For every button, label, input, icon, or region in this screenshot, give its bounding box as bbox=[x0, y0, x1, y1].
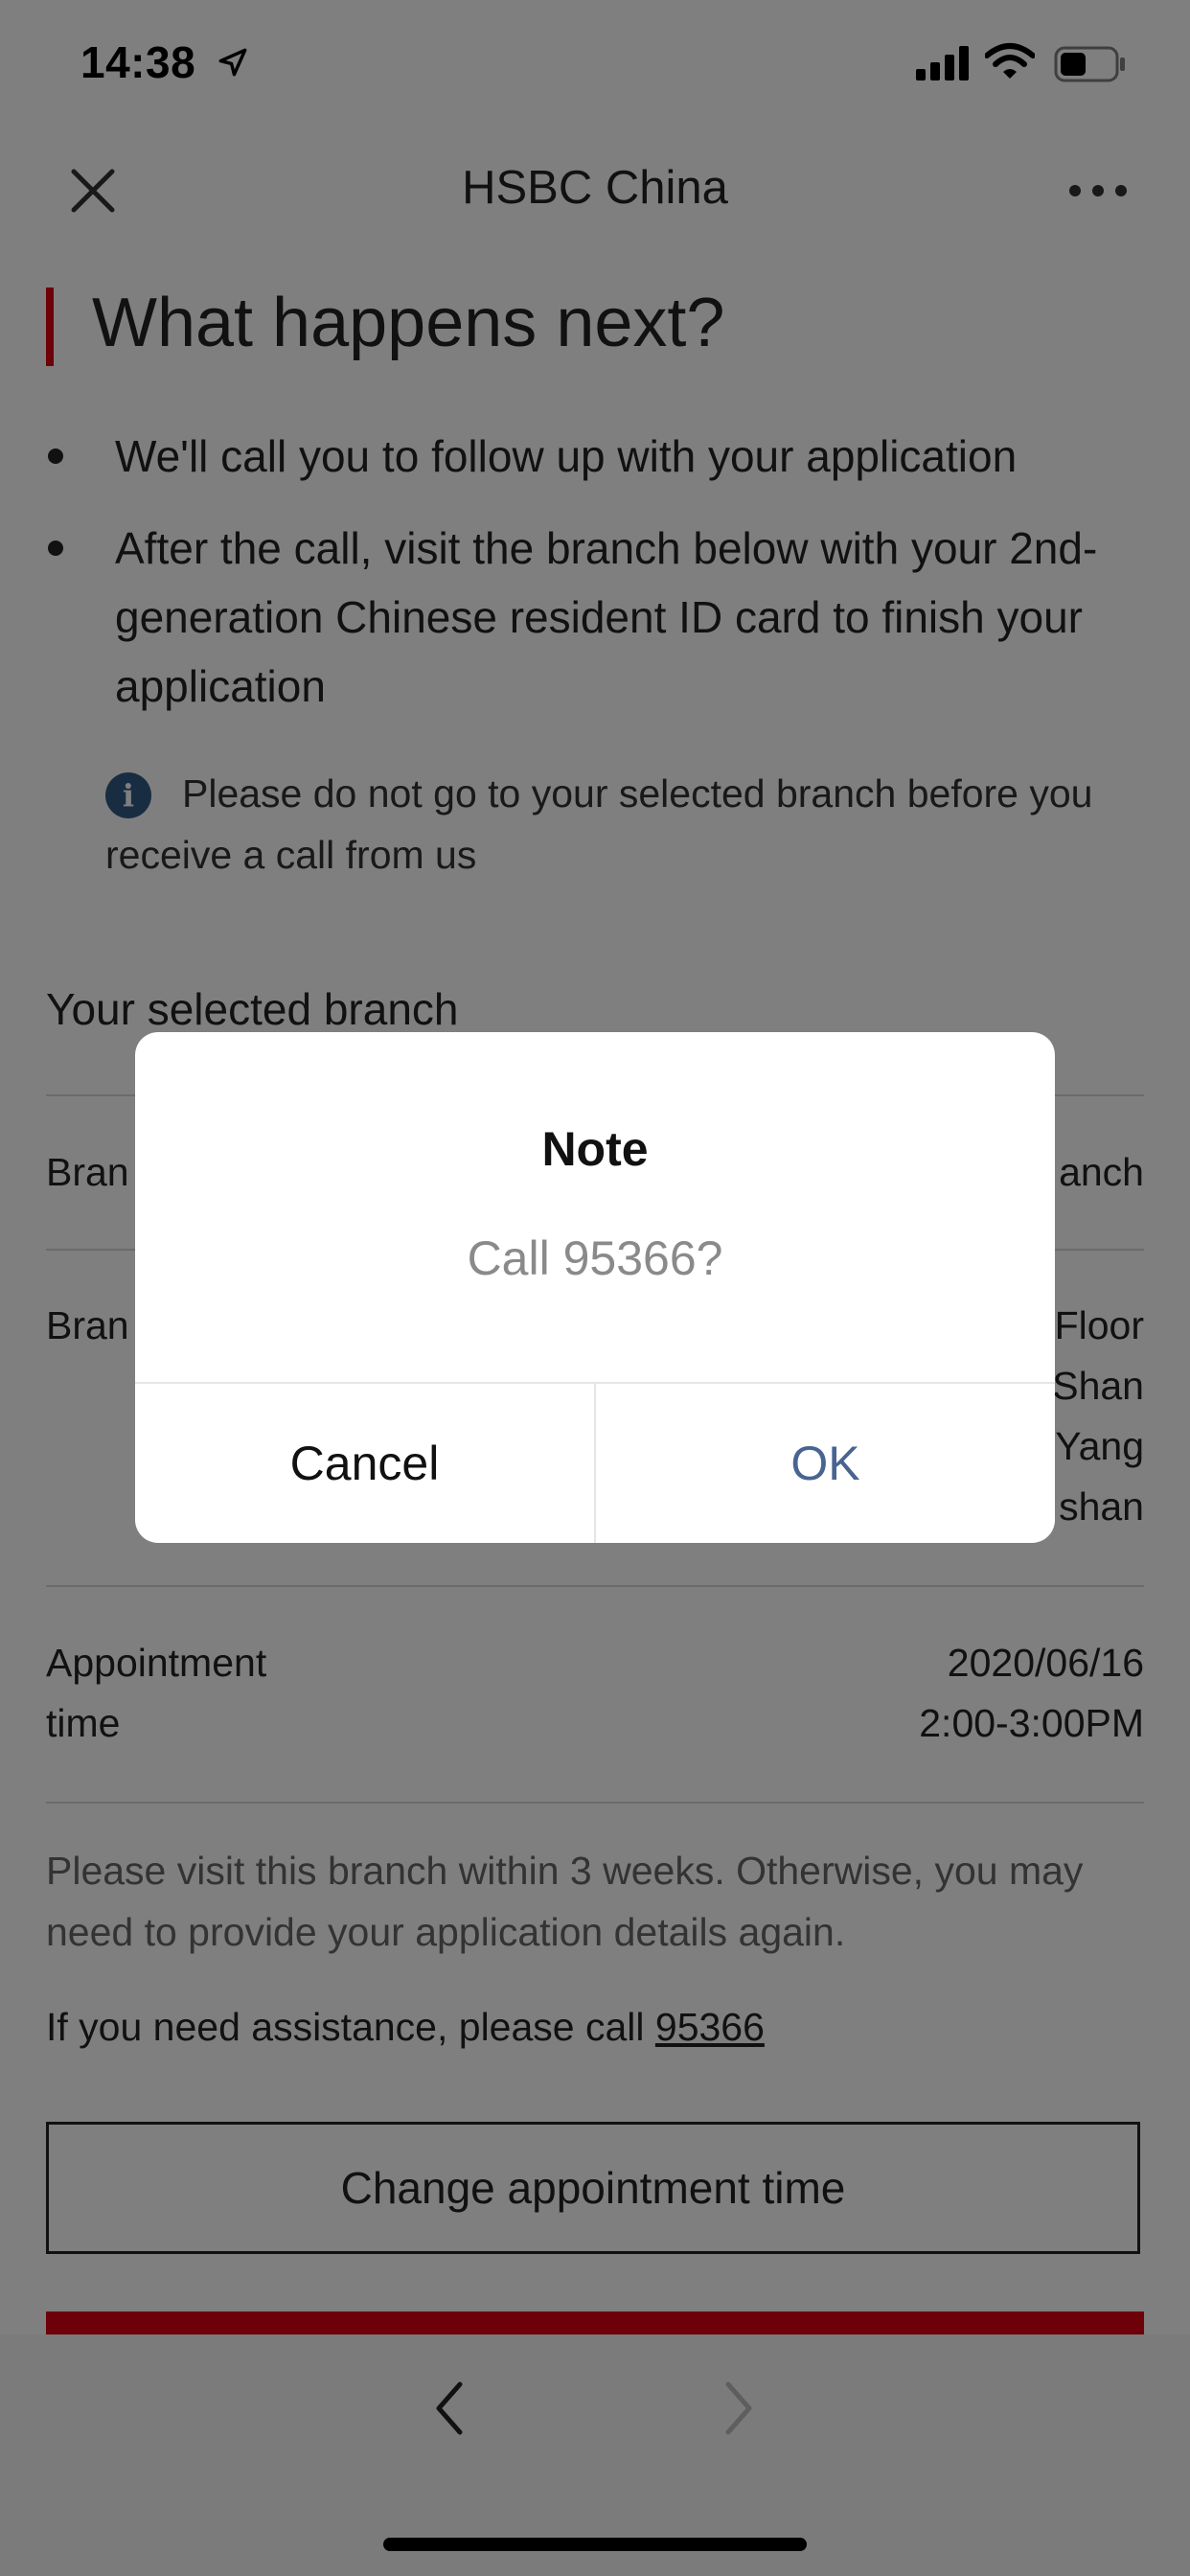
dialog-title: Note bbox=[541, 1122, 649, 1176]
ok-button[interactable]: OK bbox=[596, 1384, 1055, 1543]
dialog-message: Call 95366? bbox=[467, 1231, 723, 1285]
cancel-button[interactable]: Cancel bbox=[135, 1384, 594, 1543]
